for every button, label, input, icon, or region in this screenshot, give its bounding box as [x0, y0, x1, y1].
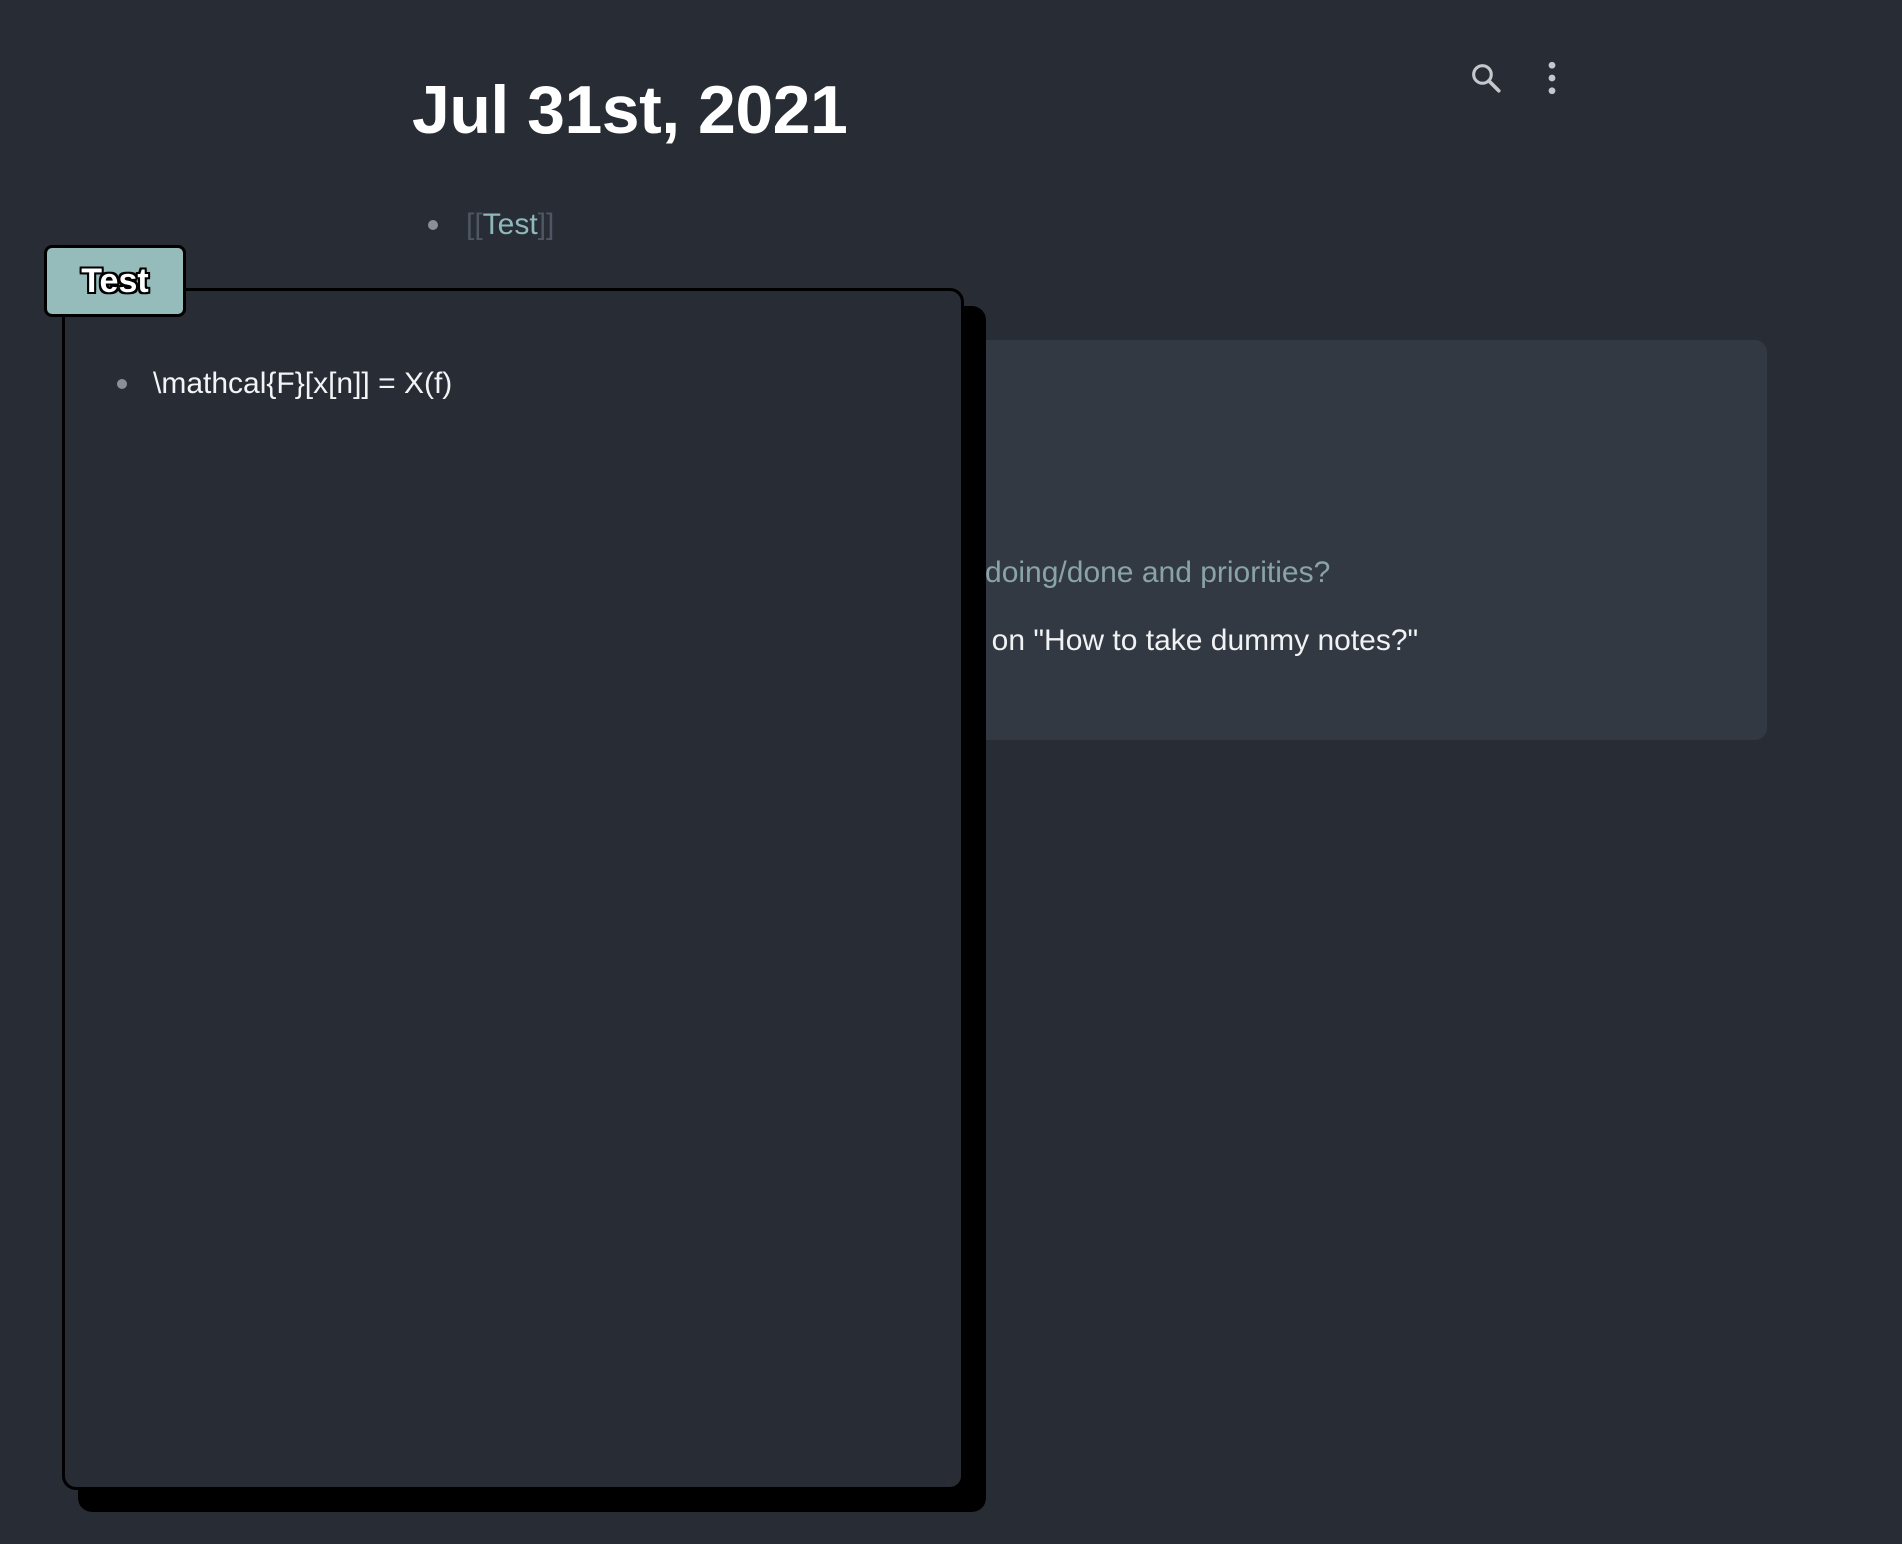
page-preview-popup: \mathcal{F}[x[n]] = X(f) [62, 288, 964, 1490]
close-brackets: ]] [537, 208, 555, 241]
block-bullet[interactable] [428, 220, 438, 230]
popup-block-text[interactable]: \mathcal{F}[x[n]] = X(f) [153, 367, 452, 401]
page-title: Jul 31st, 2021 [412, 72, 848, 148]
references-card: o/doing/done and priorities? al on "How … [960, 340, 1767, 740]
app-window: Jul 31st, 2021 [[ Test ]] o/doing/done a… [0, 0, 1902, 1544]
popup-title-tab[interactable]: Test [44, 245, 186, 317]
open-brackets: [[ [466, 208, 483, 241]
reference-line-link[interactable]: o/doing/done and priorities? [960, 556, 1330, 590]
reference-line-text: al on "How to take dummy notes?" [960, 624, 1419, 657]
top-actions [1466, 58, 1572, 98]
more-vertical-icon[interactable] [1532, 58, 1572, 98]
popup-block-bullet[interactable] [117, 379, 127, 389]
journal-block[interactable]: [[ Test ]] [428, 208, 554, 242]
page-reference-link[interactable]: Test [483, 208, 538, 242]
popup-block[interactable]: \mathcal{F}[x[n]] = X(f) [117, 367, 452, 401]
search-icon[interactable] [1466, 58, 1506, 98]
